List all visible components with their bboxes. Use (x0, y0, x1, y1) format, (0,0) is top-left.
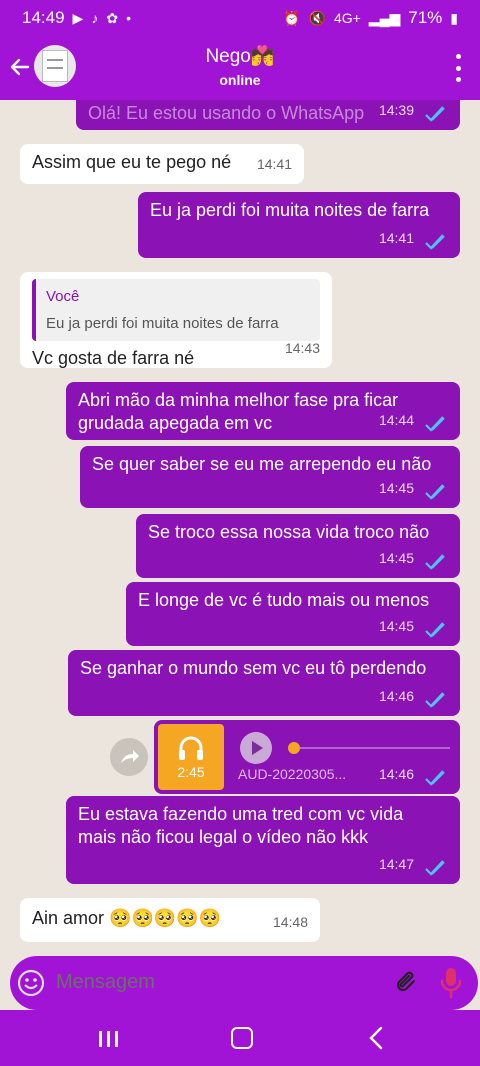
forward-button[interactable] (110, 738, 148, 776)
recent-apps-icon[interactable] (98, 1030, 120, 1048)
audio-filename: AUD-20220305... (238, 766, 347, 782)
read-tick-icon (425, 484, 445, 500)
message-bubble[interactable]: Eu estava fazendo uma tred com vc vida m… (66, 796, 460, 884)
contact-status: online (219, 72, 261, 88)
chat-area: Olá! Eu estou usando o WhatsApp 14:39 As… (0, 100, 480, 952)
message-bubble[interactable]: Abri mão da minha melhor fase pra ficar … (66, 382, 460, 440)
read-tick-icon (425, 234, 445, 250)
message-bubble[interactable]: Olá! Eu estou usando o WhatsApp 14:39 (76, 100, 460, 130)
mute-icon: 🔇 (308, 9, 326, 26)
message-bubble[interactable]: Assim que eu te pego né 14:41 (20, 144, 304, 184)
youtube-icon: ▶ (72, 9, 84, 26)
more-options-icon[interactable] (454, 54, 462, 82)
message-bubble[interactable]: E longe de vc é tudo mais ou menos 14:45 (126, 582, 460, 646)
battery-icon: ▮ (450, 9, 458, 26)
app-icon: ✿ (106, 9, 119, 26)
message-input[interactable]: Mensagem (56, 971, 155, 994)
headphones-icon (179, 736, 203, 760)
message-bubble[interactable]: Se troco essa nossa vida troco não 14:45 (136, 514, 460, 578)
audio-duration: 2:45 (177, 764, 205, 780)
contact-info[interactable]: Nego💏 online (0, 44, 480, 88)
message-bubble[interactable]: Você Eu ja perdi foi muita noites de far… (20, 272, 332, 368)
read-tick-icon (425, 860, 445, 876)
home-icon[interactable] (231, 1027, 253, 1049)
message-bubble[interactable]: Ain amor 🥺🥺🥺🥺🥺 14:48 (20, 898, 320, 942)
attach-icon[interactable] (394, 969, 420, 997)
message-bubble[interactable]: Eu ja perdi foi muita noites de farra 14… (138, 192, 460, 258)
message-input-bar: Mensagem (10, 956, 478, 1010)
microphone-icon[interactable] (438, 966, 464, 1000)
emoji-icon[interactable] (16, 968, 46, 998)
contact-name: Nego💏 (205, 46, 275, 67)
status-time: 14:49 (22, 8, 65, 27)
read-tick-icon (425, 106, 445, 122)
audio-message[interactable]: 2:45 AUD-20220305... 14:46 (154, 720, 460, 794)
read-tick-icon (425, 692, 445, 708)
back-nav-icon[interactable] (368, 1026, 384, 1050)
read-tick-icon (425, 770, 445, 786)
forward-arrow-icon (121, 750, 139, 763)
audio-file-icon: 2:45 (158, 724, 224, 790)
audio-progress-thumb[interactable] (288, 742, 300, 754)
tiktok-icon: ♪ (91, 10, 99, 26)
dot-icon: • (126, 10, 131, 26)
play-button[interactable] (240, 732, 272, 764)
signal-icon: ▂▄▆ (368, 9, 401, 26)
battery-level: 71% (408, 8, 443, 27)
alarm-icon: ⏰ (283, 9, 301, 26)
read-tick-icon (425, 622, 445, 638)
network-label: 4G+ (333, 10, 361, 26)
message-bubble[interactable]: Se ganhar o mundo sem vc eu tô perdendo … (68, 650, 460, 716)
chat-header: Nego💏 online (0, 36, 480, 100)
quoted-message[interactable]: Você Eu ja perdi foi muita noites de far… (32, 279, 320, 341)
system-nav-bar (0, 1010, 480, 1066)
audio-progress-track[interactable] (300, 747, 450, 749)
read-tick-icon (425, 416, 445, 432)
status-bar: 14:49 ▶ ♪ ✿ • ⏰ 🔇 4G+ ▂▄▆ 71% ▮ (0, 0, 480, 36)
read-tick-icon (425, 554, 445, 570)
message-bubble[interactable]: Se quer saber se eu me arrependo eu não … (80, 446, 460, 508)
